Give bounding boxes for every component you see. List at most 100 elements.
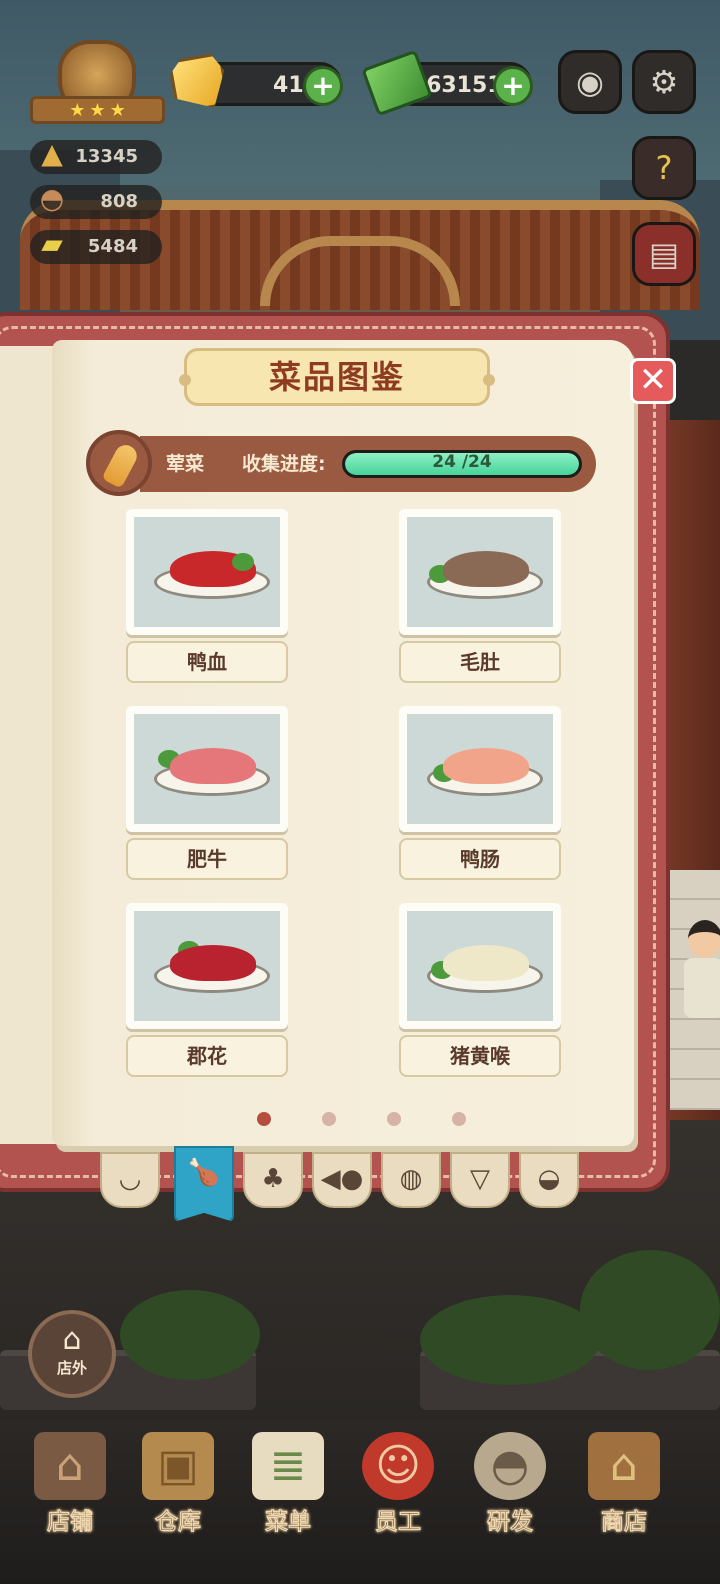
dish-image — [407, 911, 553, 1021]
nav-warehouse[interactable]: ▣ 仓库 — [130, 1432, 226, 1552]
dish-name: 猪黄喉 — [399, 1035, 561, 1077]
restaurant-rank-badge[interactable]: ★ ★ ★ — [30, 40, 165, 130]
page-dot[interactable] — [387, 1112, 401, 1126]
star-icon: ★ — [89, 99, 106, 121]
tab-meat[interactable]: 🍗 — [174, 1146, 234, 1222]
encyclopedia-title-banner: 菜品图鉴 — [179, 348, 495, 406]
category-badge — [86, 430, 152, 496]
bread-icon: ◍ — [399, 1164, 423, 1194]
wine-glass-icon: ▽ — [470, 1164, 490, 1194]
nav-research[interactable]: ◓ 研发 — [462, 1432, 558, 1552]
dish-name: 鸭血 — [126, 641, 288, 683]
shop-building-icon: ⌂ — [34, 1432, 106, 1500]
market-stall-icon: ⌂ — [588, 1432, 660, 1500]
add-cash-button[interactable]: + — [493, 66, 533, 106]
stat-recipes: ▰ 5484 — [30, 227, 162, 264]
dish-card[interactable] — [399, 706, 561, 832]
guide-button[interactable]: ? — [632, 136, 696, 200]
nav-label: 商店 — [601, 1509, 648, 1536]
tab-soup[interactable]: ◒ — [519, 1152, 579, 1208]
drumstick-icon — [101, 441, 141, 489]
settings-button[interactable]: ⚙ — [632, 50, 696, 114]
camera-icon: ◉ — [576, 63, 604, 101]
page-dot[interactable] — [452, 1112, 466, 1126]
dish-card[interactable] — [399, 903, 561, 1029]
book-left-page — [0, 346, 60, 1144]
dish-card[interactable] — [126, 903, 288, 1029]
camera-button[interactable]: ◉ — [558, 50, 622, 114]
dish-name: 毛肚 — [399, 641, 561, 683]
nav-label: 菜单 — [265, 1509, 312, 1536]
bush — [580, 1250, 720, 1370]
dish-image — [407, 714, 553, 824]
stat-value: 13345 — [75, 146, 138, 167]
dish-card[interactable] — [126, 706, 288, 832]
wok-icon: ◡ — [118, 1164, 142, 1194]
stat-dishes-served: ◓ 808 — [30, 182, 162, 219]
tab-staple[interactable]: ◍ — [381, 1152, 441, 1208]
storefront-icon: ⌂ — [62, 1322, 82, 1357]
dish-food — [170, 748, 256, 784]
red-book-icon: ▤ — [648, 235, 680, 273]
encyclopedia-button[interactable]: ▤ — [632, 222, 696, 286]
soup-bowl-icon: ◒ — [537, 1164, 561, 1194]
dish-food — [170, 945, 256, 981]
clipboard-icon: ≣ — [252, 1432, 324, 1500]
dish-food — [443, 748, 529, 784]
dish-food — [443, 551, 529, 587]
gear-icon: ⚙ — [649, 63, 679, 101]
nav-shop[interactable]: ⌂ 商店 — [576, 1432, 672, 1552]
garnish — [232, 553, 254, 571]
nav-label: 店铺 — [47, 1509, 94, 1536]
drumstick-icon: 🍗 — [187, 1158, 221, 1188]
add-gems-button[interactable]: + — [303, 66, 343, 106]
star-icon: ★ — [69, 99, 86, 121]
close-button[interactable]: ✕ — [630, 358, 676, 404]
crate-icon: ▣ — [142, 1432, 214, 1500]
dish-card[interactable] — [399, 509, 561, 635]
dish-image — [134, 517, 280, 627]
cloche-icon: ◓ — [39, 182, 65, 215]
dish-card[interactable] — [126, 509, 288, 635]
tab-wok[interactable]: ◡ — [100, 1152, 160, 1208]
customer-head — [688, 920, 720, 958]
recipe-book-icon: ▰ — [41, 227, 63, 260]
collection-progress-label: 收集进度: — [242, 453, 326, 475]
collection-progress-text: 24 /24 — [432, 452, 492, 472]
stat-reputation: ▲ 13345 — [30, 137, 162, 174]
page-title: 菜品图鉴 — [268, 358, 405, 396]
page-dot[interactable] — [322, 1112, 336, 1126]
page-dot[interactable] — [257, 1112, 271, 1126]
dish-name: 郡花 — [126, 1035, 288, 1077]
dish-image — [407, 517, 553, 627]
broccoli-icon: ♣ — [261, 1164, 285, 1194]
dish-food — [443, 945, 529, 981]
customer-character[interactable] — [684, 920, 720, 1040]
tab-seafood[interactable]: ◀● — [312, 1152, 372, 1208]
nav-menu[interactable]: ≣ 菜单 — [240, 1432, 336, 1552]
tab-drinks[interactable]: ▽ — [450, 1152, 510, 1208]
ingot-icon: ▲ — [41, 137, 63, 170]
dish-image — [134, 911, 280, 1021]
star-rating: ★ ★ ★ — [30, 96, 165, 124]
tab-vegetable[interactable]: ♣ — [243, 1152, 303, 1208]
dish-name: 鸭肠 — [399, 838, 561, 880]
dish-image — [134, 714, 280, 824]
bush — [120, 1290, 260, 1380]
dish-name: 肥牛 — [126, 838, 288, 880]
customer-body — [684, 958, 720, 1018]
nav-store[interactable]: ⌂ 店铺 — [22, 1432, 118, 1552]
outside-label: 店外 — [56, 1359, 87, 1377]
nav-label: 仓库 — [155, 1509, 202, 1536]
star-icon: ★ — [109, 99, 126, 121]
stat-value: 808 — [100, 191, 138, 212]
outside-store-button[interactable]: ⌂ 店外 — [28, 1310, 116, 1398]
cooking-pot-icon: ◓ — [474, 1432, 546, 1500]
nav-label: 研发 — [487, 1509, 534, 1536]
bush — [420, 1295, 600, 1385]
close-icon: ✕ — [638, 360, 668, 400]
nav-staff[interactable]: ☺ 员工 — [350, 1432, 446, 1552]
nav-label: 员工 — [375, 1509, 422, 1536]
chef-avatar-icon: ☺ — [362, 1432, 434, 1500]
help-book-icon: ? — [655, 149, 673, 187]
